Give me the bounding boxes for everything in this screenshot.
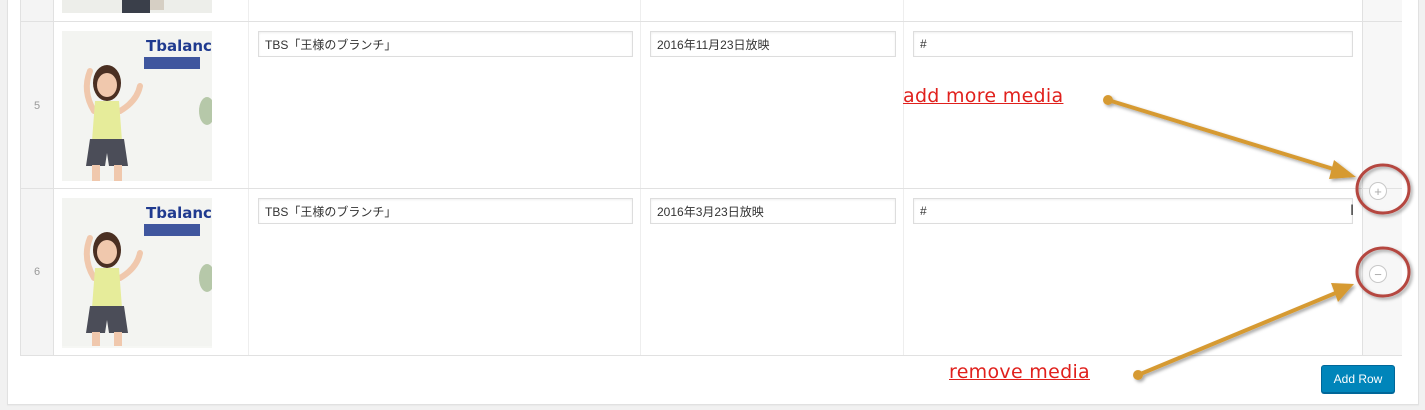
highlight-circle-add (1355, 163, 1411, 215)
arrow-to-remove (1133, 283, 1354, 380)
arrow-to-add (1103, 95, 1356, 179)
annotation-overlay (1103, 95, 1411, 380)
highlight-circle-remove (1355, 246, 1411, 298)
